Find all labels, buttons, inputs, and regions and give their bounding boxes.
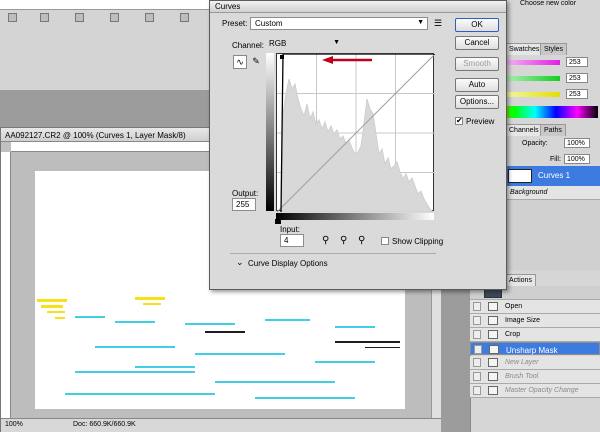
channel-select[interactable]: RGB ▼: [265, 38, 343, 51]
history-checkbox[interactable]: [473, 330, 481, 339]
tab-styles[interactable]: Styles: [540, 43, 568, 55]
auto-button[interactable]: Auto: [455, 78, 499, 92]
black-eyedropper-icon[interactable]: ⚲: [322, 235, 329, 246]
history-checkbox[interactable]: [473, 302, 481, 311]
preset-label: Preset:: [222, 19, 248, 28]
expand-chevron-icon[interactable]: ⌄: [236, 257, 244, 268]
history-item[interactable]: Crop: [470, 328, 600, 342]
history-step-icon: [488, 372, 498, 381]
color-value-g[interactable]: 253: [566, 73, 588, 83]
channel-value: RGB: [269, 39, 287, 48]
input-gradient-bar: [276, 213, 434, 220]
history-item-label: Unsharp Mask: [506, 346, 558, 355]
history-item[interactable]: Open: [470, 300, 600, 314]
fill-value[interactable]: 100%: [564, 154, 590, 164]
history-item-label: Master Opacity Change: [505, 387, 579, 394]
history-item[interactable]: Image Size: [470, 314, 600, 328]
display-options-toggle[interactable]: Curve Display Options: [248, 259, 328, 268]
history-item-label: New Layer: [505, 359, 539, 366]
yellow-speckles: [37, 297, 165, 319]
cyan-speckles: [65, 316, 375, 399]
history-checkbox[interactable]: [473, 386, 481, 395]
pencil-tool-icon[interactable]: ✎: [249, 55, 263, 69]
history-item-label: Open: [505, 303, 523, 310]
check-icon: ✔: [456, 116, 463, 125]
preset-value: Custom: [255, 19, 283, 28]
input-label: Input:: [280, 225, 301, 234]
history-item-label: Brush Tool: [505, 373, 539, 380]
options-button[interactable]: Options...: [455, 95, 499, 109]
output-field[interactable]: 255: [232, 198, 256, 211]
history-step-icon: [488, 330, 498, 339]
opacity-label: Opacity:: [522, 140, 548, 147]
white-eyedropper-icon[interactable]: ⚲: [358, 235, 365, 246]
gray-eyedropper-icon[interactable]: ⚲: [340, 235, 347, 246]
zoom-level[interactable]: 100%: [5, 421, 23, 428]
histogram: [280, 78, 435, 213]
history-item[interactable]: Unsharp Mask: [470, 342, 600, 355]
tab-swatches[interactable]: Swatches: [505, 43, 544, 55]
tool-icon[interactable]: [8, 13, 17, 22]
options-strip: [0, 0, 215, 90]
output-label: Output:: [232, 189, 259, 198]
history-step-icon: [488, 358, 498, 367]
tool-icon[interactable]: [110, 13, 119, 22]
history-item-label: Crop: [505, 331, 521, 338]
chevron-down-icon: ▼: [333, 39, 340, 46]
history-checkbox[interactable]: [473, 358, 481, 367]
color-value-r[interactable]: 253: [566, 57, 588, 67]
dialog-title[interactable]: Curves: [210, 1, 506, 13]
vertical-ruler: [1, 152, 11, 418]
curve-point[interactable]: [280, 55, 284, 59]
opacity-value[interactable]: 100%: [564, 138, 590, 148]
preset-menu-icon[interactable]: ☰: [434, 18, 442, 29]
layer-mask-thumbnail: [508, 169, 532, 183]
tool-icon[interactable]: [40, 13, 49, 22]
curve-point-tool-icon[interactable]: ∿: [233, 55, 247, 69]
preview-label: Preview: [466, 117, 495, 126]
tab-paths[interactable]: Paths: [540, 124, 566, 136]
tool-icon[interactable]: [75, 13, 84, 22]
history-step-icon: [488, 316, 498, 325]
layer-name: Background: [510, 189, 548, 196]
annotation-arrow-head-icon: [322, 56, 333, 64]
preview-checkbox[interactable]: ✔: [455, 117, 463, 125]
show-clipping-checkbox[interactable]: [381, 237, 389, 245]
ok-button[interactable]: OK: [455, 18, 499, 32]
history-step-icon: [489, 345, 499, 354]
channel-label: Channel:: [232, 41, 265, 50]
top-ruler: [0, 0, 215, 10]
history-checkbox[interactable]: [473, 372, 481, 381]
show-clipping-label: Show Clipping: [392, 237, 444, 246]
curve-graph[interactable]: [276, 53, 436, 213]
tool-icon[interactable]: [180, 13, 189, 22]
history-step-icon: [488, 302, 498, 311]
output-gradient-bar: [266, 53, 274, 211]
cancel-button[interactable]: Cancel: [455, 36, 499, 50]
history-item-label: Image Size: [505, 317, 541, 324]
history-item[interactable]: New Layer: [470, 356, 600, 370]
history-item[interactable]: Master Opacity Change: [470, 384, 600, 398]
dark-lines: [205, 331, 400, 348]
fill-label: Fill:: [550, 156, 561, 163]
status-bar: 100% Doc: 660.9K/660.9K: [1, 418, 441, 432]
color-value-b[interactable]: 253: [566, 89, 588, 99]
color-hint: Choose new color: [520, 0, 577, 7]
chevron-down-icon: ▼: [417, 19, 424, 26]
tab-actions[interactable]: Actions: [505, 274, 536, 286]
history-checkbox[interactable]: [473, 316, 481, 325]
tool-icon[interactable]: [145, 13, 154, 22]
history-item[interactable]: Brush Tool: [470, 370, 600, 384]
black-point-slider[interactable]: [275, 219, 281, 224]
divider: [230, 253, 436, 254]
history-step-icon: [488, 386, 498, 395]
smooth-button[interactable]: Smooth: [455, 57, 499, 71]
curve-svg: [276, 53, 436, 213]
preset-select[interactable]: Custom ▼: [250, 17, 428, 30]
history-checkbox[interactable]: [474, 345, 482, 354]
tab-channels[interactable]: Channels: [505, 124, 543, 136]
input-field[interactable]: 4: [280, 234, 304, 247]
document-size: Doc: 660.9K/660.9K: [73, 421, 136, 428]
layer-name: Curves 1: [538, 171, 571, 180]
